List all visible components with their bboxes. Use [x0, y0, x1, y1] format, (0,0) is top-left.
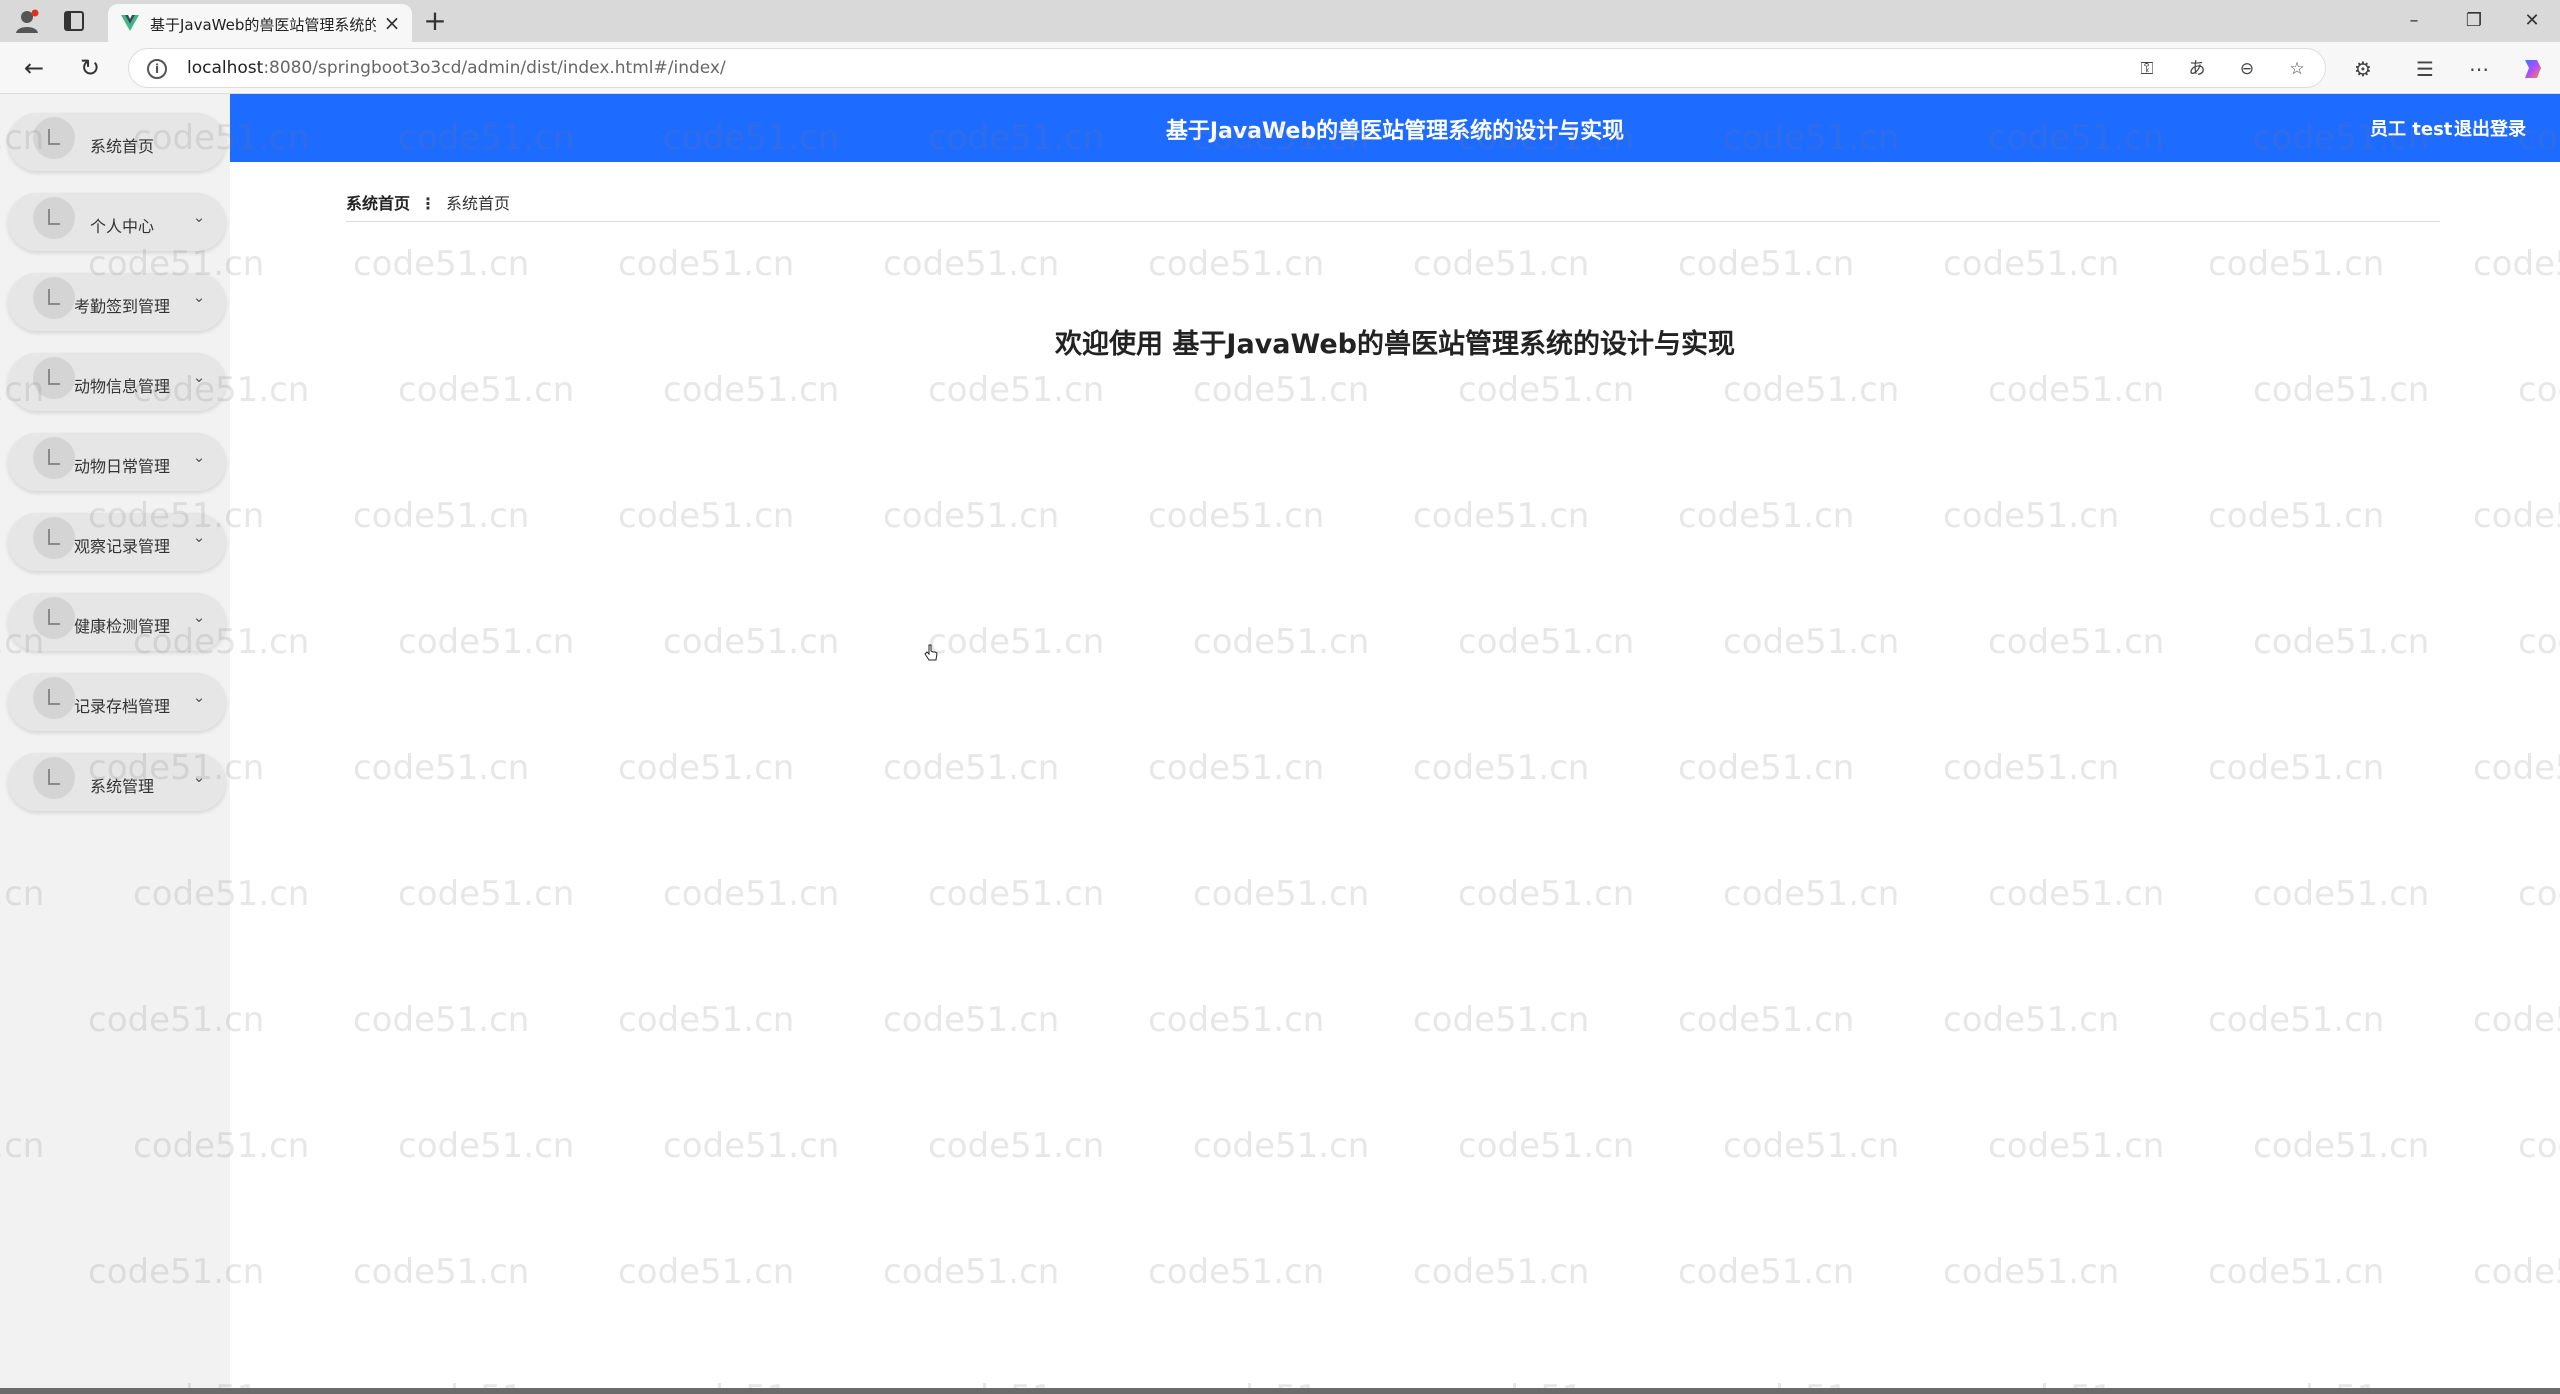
tab-close-icon[interactable]: × [380, 11, 404, 35]
browser-toolbar: ← ↻ i localhost:8080/springboot3o3cd/adm… [0, 42, 2560, 94]
header-title: 基于JavaWeb的兽医站管理系统的设计与实现 [1165, 119, 1625, 144]
tab-title: 基于JavaWeb的兽医站管理系统的 [150, 16, 376, 34]
chevron-down-icon: ⌄ [192, 528, 206, 546]
vue-favicon-icon [121, 15, 139, 31]
sidebar-item-attendance[interactable]: 考勤签到管理 ⌄ [8, 273, 226, 331]
chevron-down-icon: ⌄ [192, 768, 206, 786]
app-root: 系统首页 个人中心 ⌄ 考勤签到管理 ⌄ 动物信息管理 ⌄ 动物日常管理 ⌄ 观… [0, 94, 2560, 1388]
sidebar-item-health-check[interactable]: 健康检测管理 ⌄ [8, 593, 226, 651]
window-close-icon[interactable]: ✕ [2512, 6, 2552, 36]
breadcrumb-separator: ⋮ [420, 194, 437, 213]
favorites-icon[interactable]: ☰ [2412, 56, 2438, 82]
more-menu-icon[interactable]: ⋯ [2466, 56, 2492, 82]
sidebar-item-observation[interactable]: 观察记录管理 ⌄ [8, 513, 226, 571]
zoom-out-icon[interactable]: ⊖ [2235, 57, 2259, 81]
mouse-cursor-icon [924, 644, 938, 661]
current-user: 员工 test [2370, 119, 2453, 140]
sidebar: 系统首页 个人中心 ⌄ 考勤签到管理 ⌄ 动物信息管理 ⌄ 动物日常管理 ⌄ 观… [0, 94, 230, 1388]
sidebar-item-personal-center[interactable]: 个人中心 ⌄ [8, 193, 226, 251]
breadcrumb-home[interactable]: 系统首页 [346, 194, 410, 213]
reload-icon[interactable]: ↻ [74, 52, 106, 84]
browser-tab-active[interactable]: 基于JavaWeb的兽医站管理系统的 × [108, 4, 412, 42]
sidebar-item-home[interactable]: 系统首页 [8, 113, 226, 171]
profile-icon[interactable] [14, 8, 40, 34]
url-path: :8080/springboot3o3cd/admin/dist/index.h… [263, 58, 726, 78]
favorite-star-icon[interactable]: ☆ [2285, 57, 2309, 81]
sidebar-item-label: 系统首页 [89, 137, 154, 156]
new-tab-icon[interactable]: + [420, 6, 450, 36]
extensions-icon[interactable]: ⚙ [2350, 56, 2376, 82]
restore-icon[interactable]: ❐ [2454, 6, 2494, 36]
sidebar-item-animal-daily[interactable]: 动物日常管理 ⌄ [8, 433, 226, 491]
url-host: localhost [187, 58, 264, 78]
breadcrumb-current: 系统首页 [446, 194, 511, 213]
browser-tab-strip: 基于JavaWeb的兽医站管理系统的 × + – ❐ ✕ [0, 0, 2560, 42]
chevron-down-icon: ⌄ [192, 208, 206, 226]
bottom-taskbar-strip [0, 1388, 2560, 1394]
tab-actions-icon[interactable] [64, 11, 84, 31]
chevron-down-icon: ⌄ [192, 688, 206, 706]
logout-button[interactable]: 退出登录 [2454, 115, 2526, 141]
url-text[interactable]: localhost:8080/springboot3o3cd/admin/dis… [187, 58, 726, 78]
copilot-icon[interactable] [2520, 56, 2546, 82]
sidebar-item-record-archive[interactable]: 记录存档管理 ⌄ [8, 673, 226, 731]
minimize-icon[interactable]: – [2394, 6, 2434, 36]
sidebar-item-animal-info[interactable]: 动物信息管理 ⌄ [8, 353, 226, 411]
chevron-down-icon: ⌄ [192, 368, 206, 386]
top-header: 基于JavaWeb的兽医站管理系统的设计与实现 员工 test 退出登录 [230, 94, 2560, 162]
chevron-down-icon: ⌄ [192, 288, 206, 306]
translate-icon[interactable]: あ [2185, 57, 2209, 81]
site-info-icon[interactable]: i [147, 59, 167, 79]
address-bar[interactable]: i localhost:8080/springboot3o3cd/admin/d… [128, 48, 2326, 88]
chevron-down-icon: ⌄ [192, 608, 206, 626]
back-arrow-icon[interactable]: ← [18, 52, 50, 84]
sidebar-item-system[interactable]: 系统管理 ⌄ [8, 753, 226, 811]
chevron-down-icon: ⌄ [192, 448, 206, 466]
welcome-heading: 欢迎使用 基于JavaWeb的兽医站管理系统的设计与实现 [1055, 329, 1735, 360]
password-key-icon[interactable]: ⚿ [2135, 57, 2159, 81]
breadcrumb: 系统首页 ⋮ 系统首页 [346, 190, 2440, 222]
